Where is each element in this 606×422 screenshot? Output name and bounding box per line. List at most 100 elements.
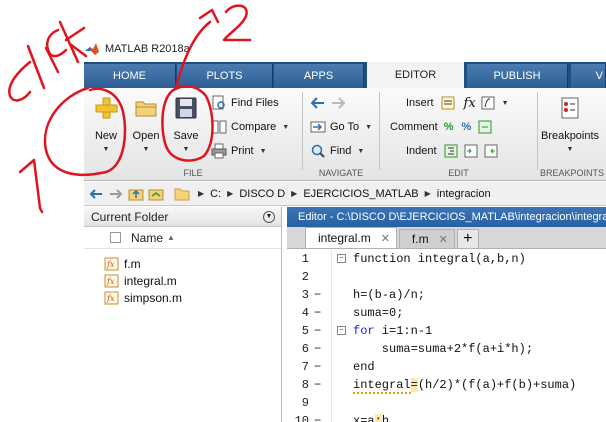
uncomment-percent-icon[interactable]: % [461,121,471,133]
compare-button[interactable]: Compare ▼ [211,118,289,136]
forward-arrow-icon[interactable] [108,186,124,202]
code-line[interactable]: 6 − suma=suma+2*f(a+i*h); [287,340,606,358]
tab-plots-label: PLOTS [206,70,243,82]
tab-apps[interactable]: APPS [274,64,364,88]
code-line[interactable]: 7 − end [287,358,606,376]
panel-options-icon[interactable]: ▼ [263,210,275,223]
code-line[interactable]: 5 − − for i=1:n-1 [287,322,606,340]
svg-text:fx: fx [106,294,115,303]
code-area[interactable]: 1 − function integral(a,b,n) 2 3 − h=(b-… [287,250,606,422]
save-button[interactable]: Save ▼ [168,94,204,160]
comment-row[interactable]: Comment % % [390,118,497,136]
code-line[interactable]: 8 − integral=(h/2)*(f(a)+f(b)+suma) [287,376,606,394]
breakpoint-marker[interactable]: − [314,376,321,394]
name-column-header[interactable]: Name [131,231,163,245]
insert-section-icon [441,96,455,110]
goto-label: Go To [330,121,360,133]
up-folder-icon[interactable] [128,186,144,202]
insert-function-button[interactable]: fx [464,96,476,111]
find-button[interactable]: Find ▼ [310,142,364,160]
navigate-group-label: NAVIGATE [318,168,364,178]
window-title: MATLAB R2018a [105,43,190,55]
group-divider [537,92,538,170]
breadcrumb-separator-icon: ▶ [198,189,205,198]
print-button[interactable]: Print ▼ [211,142,267,160]
breakpoint-marker[interactable]: − [314,304,321,322]
code-line[interactable]: 10 − x=a:h [287,412,606,422]
insert-row[interactable]: Insert fx ▼ [406,94,509,112]
mfile-icon: fx [104,274,119,287]
breadcrumb-drive[interactable]: C: [210,188,221,200]
ribbon-toolstrip: New ▼ Open ▼ Save ▼ Find Files Compare ▼… [84,88,606,181]
tab-editor[interactable]: EDITOR [367,62,464,88]
tab-publish[interactable]: PUBLISH [467,64,568,88]
breadcrumb-folder-disco[interactable]: DISCO D [239,188,285,200]
comment-percent-icon[interactable]: % [444,121,454,133]
close-icon[interactable]: ✕ [439,233,448,246]
line-number: 3 [301,288,309,302]
file-list-header[interactable]: Name ▲ [84,227,281,249]
tab-home[interactable]: HOME [84,64,176,88]
tab-view[interactable]: V [571,64,606,88]
new-tab-button[interactable]: + [456,229,479,248]
code-line[interactable]: 3 − h=(b-a)/n; [287,286,606,304]
find-files-label: Find Files [231,97,279,109]
smart-indent-icon[interactable] [443,143,459,159]
code-line[interactable]: 9 [287,394,606,412]
code-text: function integral(a,b,n) [353,252,526,266]
goto-arrow-icon [310,121,326,133]
fold-toggle-icon[interactable]: − [337,326,346,335]
editor-tab-f[interactable]: f.m ✕ [398,229,455,248]
matlab-logo-icon [85,43,99,55]
click-annotation-text [26,44,46,90]
goto-button[interactable]: Go To ▼ [310,118,372,136]
file-name: integral.m [124,273,177,288]
find-files-icon [212,95,225,110]
code-line[interactable]: 2 [287,268,606,286]
tab-plots[interactable]: PLOTS [177,64,273,88]
current-folder-header: Current Folder ▼ [84,207,281,227]
close-icon[interactable]: ✕ [381,232,390,245]
line-number: 2 [301,270,309,284]
back-arrow-icon[interactable] [88,186,104,202]
breadcrumb-folder-ejercicios[interactable]: EJERCICIOS_MATLAB [303,188,418,200]
indent-label: Indent [406,145,437,157]
chevron-down-icon: ▼ [566,146,574,153]
line-number: 7 [301,360,309,374]
editor-tab-integral[interactable]: integral.m ✕ [305,227,397,248]
breadcrumb-folder-integracion[interactable]: integracion [437,188,491,200]
breakpoint-marker[interactable]: − [314,340,321,358]
navigate-back-forward[interactable] [310,94,350,112]
code-line[interactable]: 4 − suma=0; [287,304,606,322]
code-text: suma=suma+2*f(a+i*h); [353,342,534,356]
breakpoint-marker[interactable]: − [314,412,321,422]
compare-label: Compare [231,121,277,133]
group-divider [302,92,303,170]
new-button[interactable]: New ▼ [88,94,124,160]
open-button[interactable]: Open ▼ [128,94,164,160]
file-row-f-m[interactable]: fx f.m [84,255,281,272]
breakpoints-button[interactable]: Breakpoints ▼ [540,94,600,160]
browse-folder-icon[interactable] [148,186,164,202]
breakpoint-marker[interactable]: − [314,322,321,340]
line-number: 5 [301,324,309,338]
find-label: Find [330,145,352,157]
indent-row[interactable]: Indent [406,142,503,160]
fold-toggle-icon[interactable]: − [337,254,346,263]
file-row-simpson-m[interactable]: fx simpson.m [84,289,281,306]
chevron-down-icon: ▼ [282,123,290,131]
find-files-button[interactable]: Find Files [211,94,279,112]
editor-panel: Editor - C:\DISCO D\EJERCICIOS_MATLAB\in… [287,207,606,422]
indent-icon[interactable] [463,143,479,159]
breakpoint-marker[interactable]: − [314,286,321,304]
select-all-checkbox[interactable] [110,232,121,243]
wrap-comments-icon[interactable] [477,119,493,135]
breakpoint-marker[interactable]: − [314,358,321,376]
mfile-icon: fx [104,291,119,304]
editor-header: Editor - C:\DISCO D\EJERCICIOS_MATLAB\in… [287,207,606,227]
tab-publish-label: PUBLISH [493,70,541,82]
file-row-integral-m[interactable]: fx integral.m [84,272,281,289]
group-divider [379,92,380,170]
outdent-icon[interactable] [483,143,499,159]
code-line[interactable]: 1 − function integral(a,b,n) [287,250,606,268]
